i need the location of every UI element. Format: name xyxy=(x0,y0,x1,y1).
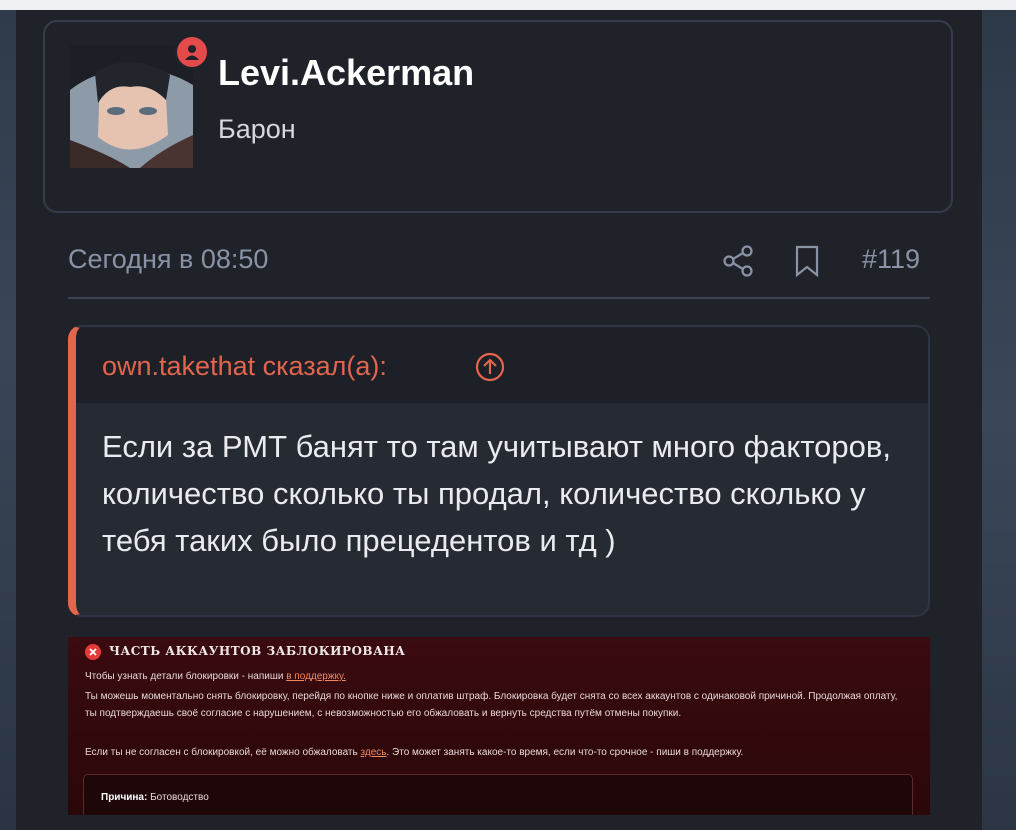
support-link[interactable]: в поддержку. xyxy=(286,671,346,682)
arrow-up-circle-icon[interactable] xyxy=(474,351,506,383)
avatar[interactable] xyxy=(70,45,193,168)
quote-text: Если за РМТ банят то там учитывают много… xyxy=(102,429,891,558)
error-x-icon xyxy=(85,644,101,660)
reason-label: Причина: xyxy=(101,792,148,803)
background-left xyxy=(0,10,16,830)
ban-title: ЧАСТЬ АККАУНТОВ ЗАБЛОКИРОВАНА xyxy=(109,644,406,658)
ban-appeal-line: Если ты не согласен с блокировкой, её мо… xyxy=(85,744,905,761)
reason-text: Причина: Ботоводство xyxy=(101,792,209,803)
username[interactable]: Levi.Ackerman xyxy=(218,52,474,94)
post-date[interactable]: Сегодня в 08:50 xyxy=(68,244,268,275)
quote-author[interactable]: own.takethat сказал(а): xyxy=(102,351,387,382)
ban-support-text: Чтобы узнать детали блокировки - напиши xyxy=(85,671,284,682)
background-right xyxy=(982,10,1016,830)
appeal-link[interactable]: здесь xyxy=(361,747,387,758)
user-title: Барон xyxy=(218,114,296,144)
reason-box: Причина: Ботоводство xyxy=(83,774,913,815)
share-icon[interactable] xyxy=(720,243,756,279)
ban-support-line: Чтобы узнать детали блокировки - напиши … xyxy=(85,668,905,685)
divider xyxy=(68,297,930,299)
ban-appeal-text-after: . Это может занять какое-то время, если … xyxy=(386,747,744,758)
top-strip xyxy=(0,0,1016,10)
online-status-icon xyxy=(174,34,210,70)
quote-block: own.takethat сказал(а): Если за РМТ баня… xyxy=(68,325,930,617)
post-number[interactable]: #119 xyxy=(862,244,920,275)
ban-appeal-text: Если ты не согласен с блокировкой, её мо… xyxy=(85,747,358,758)
bookmark-icon[interactable] xyxy=(792,243,822,279)
ban-fine-text: Ты можешь моментально снять блокировку, … xyxy=(85,691,898,719)
reason-value: Ботоводство xyxy=(150,792,209,803)
ban-notice-screenshot: ЧАСТЬ АККАУНТОВ ЗАБЛОКИРОВАНА Чтобы узна… xyxy=(68,637,930,815)
quote-header: own.takethat сказал(а): xyxy=(76,327,928,403)
